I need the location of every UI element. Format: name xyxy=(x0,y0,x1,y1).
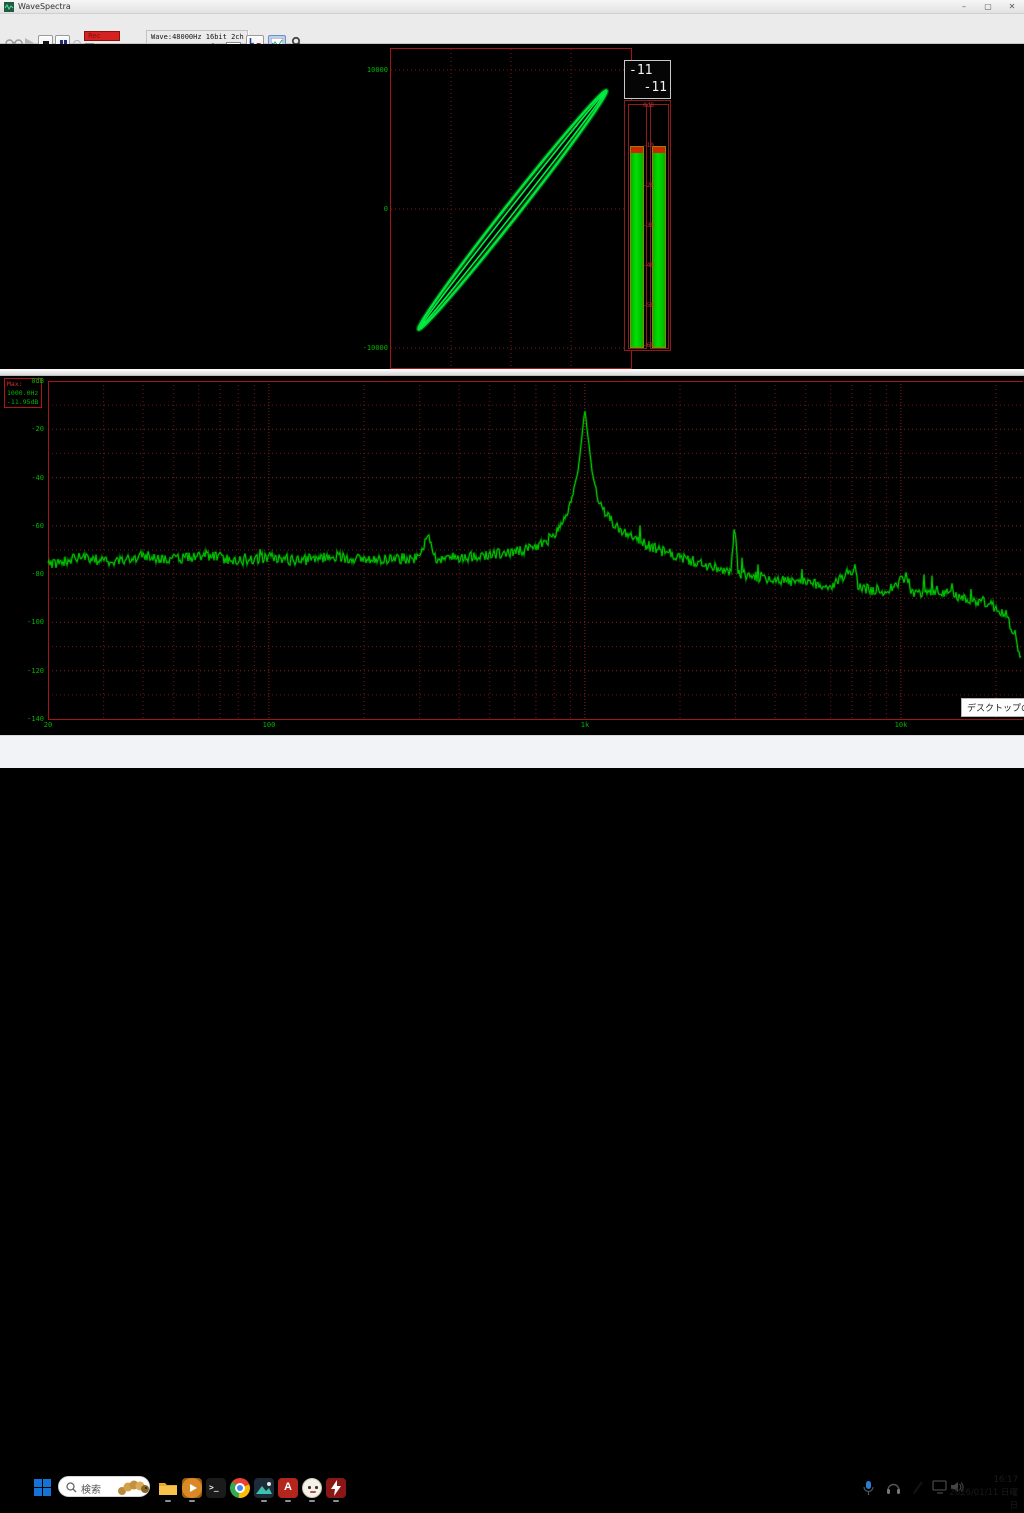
mascot-eye-icon-2 xyxy=(315,1486,318,1489)
max-level: -11.95dB xyxy=(7,398,39,407)
meter-scale-label: -10 xyxy=(639,143,658,149)
meter-bar-left xyxy=(630,146,644,348)
spectrum-ylabel: -120 xyxy=(8,667,44,675)
microphone-icon[interactable] xyxy=(862,1480,875,1496)
running-indicator xyxy=(285,1500,291,1502)
taskbar-icon-acrobat[interactable]: A xyxy=(278,1478,298,1498)
taskbar: 検索 >_ A 16:17 2026/01/11 日曜日 xyxy=(0,735,1024,768)
spectrum-xlabel: 10k xyxy=(886,721,916,729)
show-desktop-tooltip: デスクトップの表示 xyxy=(961,698,1024,717)
acrobat-a-icon: A xyxy=(278,1481,298,1493)
spectrum-trace-glow xyxy=(48,411,1021,657)
spectrum-ylabel: -60 xyxy=(8,522,44,530)
lightning-icon xyxy=(326,1478,346,1498)
mascot-mouth-icon xyxy=(310,1491,316,1493)
mascot-eye-icon xyxy=(308,1486,311,1489)
spectrum-ylabel: -100 xyxy=(8,618,44,626)
chrome-center-icon xyxy=(237,1485,243,1491)
spectrum-ylabel: -20 xyxy=(8,425,44,433)
running-indicator xyxy=(309,1500,315,1502)
level-right-value: -11 xyxy=(644,80,667,95)
photo-landscape-icon xyxy=(254,1478,274,1498)
taskbar-icon-chrome[interactable] xyxy=(230,1478,250,1498)
spectrum-xlabel: 1k xyxy=(570,721,600,729)
search-input[interactable]: 検索 xyxy=(58,1476,150,1497)
taskbar-icon-mascot[interactable] xyxy=(302,1478,322,1498)
lissajous-ylabel: 10000 xyxy=(348,66,388,74)
search-highlight-caterpillar-icon[interactable] xyxy=(117,1477,149,1498)
meter-scale-label: -50 xyxy=(639,303,658,309)
spectrum-trace xyxy=(48,411,1021,657)
lissajous-ylabel: -10000 xyxy=(348,344,388,352)
meter-scale-label: -30 xyxy=(639,223,658,229)
search-placeholder: 検索 xyxy=(81,1481,101,1496)
spectrum-panel: Max: 1000.0Hz -11.95dB 0dB-20-40-60-80-1… xyxy=(0,376,1024,735)
rec-indicator: Rec xyxy=(84,31,120,41)
max-freq: 1000.0Hz xyxy=(7,389,39,398)
wavespectra-window: WaveSpectra – ▢ ✕ Rec Wave:48000Hz 16bit… xyxy=(0,0,1024,768)
terminal-prompt-icon: >_ xyxy=(209,1483,219,1492)
level-readout-box: -11 -11 xyxy=(624,60,671,99)
level-meter: 0dB -10 -20 -30 -40 -50 -60 xyxy=(624,100,671,351)
lissajous-ylabel: 0 xyxy=(348,205,388,213)
maximize-button[interactable]: ▢ xyxy=(978,1,998,13)
meter-bar-right xyxy=(652,146,666,348)
toolbar: Rec Wave:48000Hz 16bit 2ch FFT:32768 Rec… xyxy=(0,14,1024,44)
taskbar-icon-explorer[interactable] xyxy=(158,1478,178,1498)
window-title: WaveSpectra xyxy=(18,2,71,11)
spectrum-xlabel: 20 xyxy=(33,721,63,729)
folder-icon xyxy=(158,1478,178,1498)
play-glyph-icon xyxy=(190,1484,197,1492)
headphones-icon[interactable] xyxy=(886,1480,901,1495)
title-bar: WaveSpectra – ▢ ✕ xyxy=(0,0,1024,14)
spectrum-xlabel: 100 xyxy=(254,721,284,729)
taskbar-icon-media-player[interactable] xyxy=(182,1478,202,1498)
close-button[interactable]: ✕ xyxy=(1002,1,1022,13)
lissajous-panel: -11 -11 0dB -10 -20 -30 -40 -50 -60 10000 0 -100… xyxy=(0,44,1024,369)
tray-time: 16:17 xyxy=(946,1474,1018,1487)
start-button[interactable] xyxy=(34,1479,51,1496)
running-indicator xyxy=(165,1500,171,1502)
lissajous-figure-inner xyxy=(418,91,606,328)
meter-scale-label: 0dB xyxy=(639,103,658,109)
meter-scale-label: -40 xyxy=(639,263,658,269)
spectrum-ylabel: -40 xyxy=(8,474,44,482)
clock[interactable]: 16:17 2026/01/11 日曜日 xyxy=(946,1474,1018,1513)
wave-info: Wave:48000Hz 16bit 2ch xyxy=(151,33,244,41)
minimize-button[interactable]: – xyxy=(954,1,974,13)
taskbar-icon-terminal[interactable]: >_ xyxy=(206,1478,226,1498)
app-icon xyxy=(4,2,14,12)
spectrum-ylabel: -80 xyxy=(8,570,44,578)
taskbar-icon-photos[interactable] xyxy=(254,1478,274,1498)
meter-scale-label: -20 xyxy=(639,183,658,189)
spectrum-plot xyxy=(0,376,1024,735)
lissajous-plot xyxy=(390,48,632,369)
level-left-value: -11 xyxy=(629,63,652,78)
taskbar-icon-security[interactable] xyxy=(326,1478,346,1498)
running-indicator xyxy=(333,1500,339,1502)
running-indicator xyxy=(261,1500,267,1502)
running-indicator xyxy=(189,1500,195,1502)
meter-scale-label: -60 xyxy=(639,343,658,349)
pen-icon[interactable] xyxy=(912,1480,925,1495)
panel-splitter[interactable] xyxy=(0,369,1024,376)
search-icon xyxy=(66,1482,77,1493)
tray-date: 2026/01/11 日曜日 xyxy=(946,1487,1018,1513)
spectrum-ylabel-0db: 0dB xyxy=(20,377,44,385)
